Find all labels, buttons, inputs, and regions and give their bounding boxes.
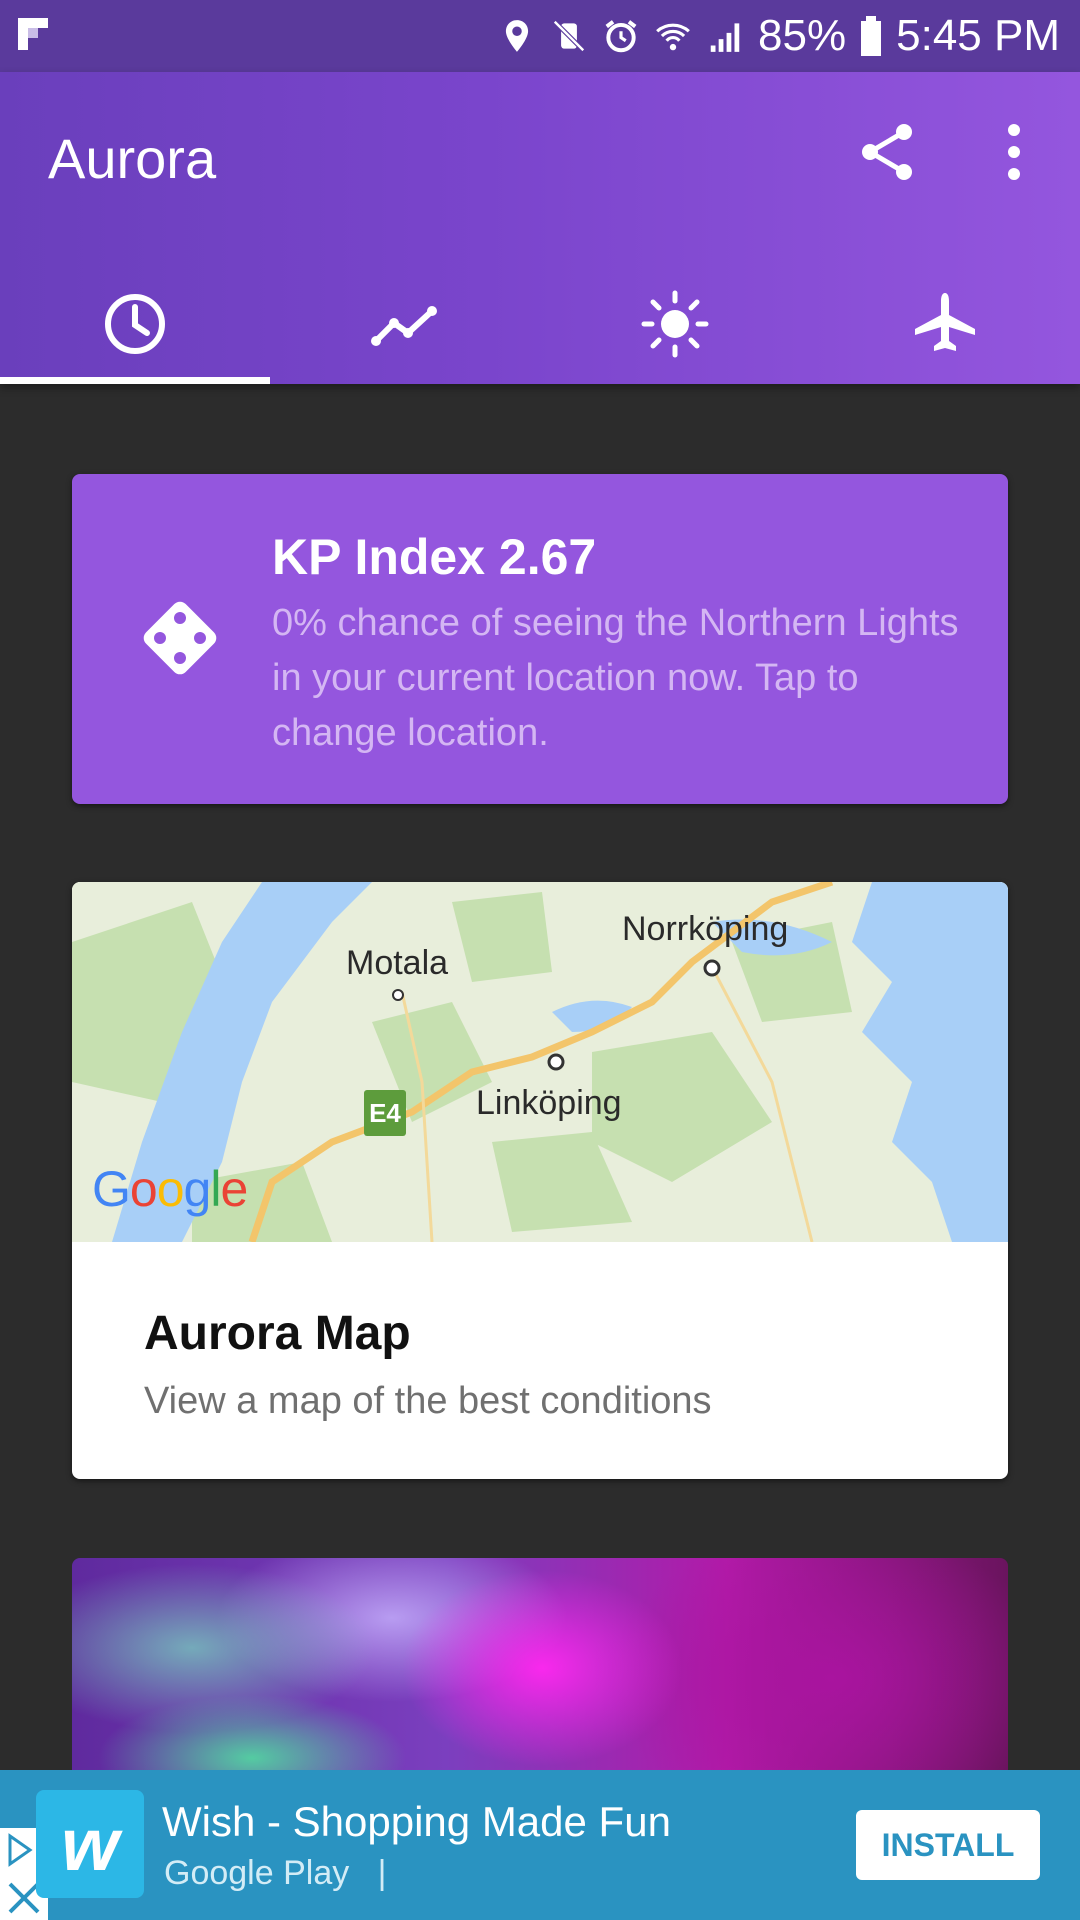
alarm-icon: [605, 20, 637, 53]
flipboard-notification-icon: [18, 18, 48, 50]
tab-bar: [0, 264, 1080, 384]
map-card-title: Aurora Map: [144, 1307, 411, 1360]
kp-index-description: 0% chance of seeing the Northern Lights …: [272, 602, 959, 754]
google-logo: Google: [92, 1161, 248, 1217]
wifi-icon: [656, 23, 690, 51]
wish-app-logo: w: [36, 1790, 144, 1898]
road-badge-e4: E4: [364, 1090, 406, 1136]
map-label-motala: Motala: [346, 944, 449, 982]
map-label-linkoping: Linköping: [476, 1084, 622, 1122]
app-bar: Aurora: [0, 72, 1080, 384]
map-preview[interactable]: Motala Norrköping Linköping E4 Google: [72, 882, 1008, 1242]
tab-forecast[interactable]: [270, 264, 540, 384]
tab-travel[interactable]: [810, 264, 1080, 384]
ad-store-name: Google Play |: [164, 1854, 387, 1892]
battery-icon: [861, 16, 882, 56]
dice-icon: [143, 601, 217, 675]
ad-app-name: Wish - Shopping Made Fun: [162, 1798, 671, 1845]
clock-icon: [105, 294, 165, 354]
ad-store-label: Google Play: [164, 1854, 350, 1892]
trend-chart-icon: [371, 306, 437, 346]
ad-banner[interactable]: w Wish - Shopping Made Fun Google Play |…: [0, 1770, 1080, 1920]
sun-icon: [641, 290, 709, 358]
aurora-map-card[interactable]: Motala Norrköping Linköping E4 Google Au…: [72, 882, 1008, 1479]
signal-icon: [710, 23, 740, 52]
airplane-icon: [915, 293, 975, 351]
tab-solar[interactable]: [540, 264, 810, 384]
install-button[interactable]: INSTALL: [856, 1810, 1040, 1880]
app-title: Aurora: [48, 127, 217, 190]
vibrate-mute-icon: [553, 20, 585, 52]
location-icon: [505, 20, 529, 52]
clock-time: 5:45 PM: [896, 11, 1060, 60]
battery-percent: 85%: [758, 11, 847, 60]
share-icon[interactable]: [856, 120, 920, 184]
more-options-icon[interactable]: [990, 120, 1038, 184]
map-label-norrkoping: Norrköping: [622, 910, 789, 948]
kp-index-card[interactable]: KP Index 2.67 0% chance of seeing the No…: [72, 474, 1008, 804]
kp-index-title: KP Index 2.67: [272, 529, 597, 585]
tab-now[interactable]: [0, 264, 270, 384]
map-card-subtitle: View a map of the best conditions: [144, 1380, 712, 1422]
status-bar: 85% 5:45 PM: [0, 0, 1080, 72]
